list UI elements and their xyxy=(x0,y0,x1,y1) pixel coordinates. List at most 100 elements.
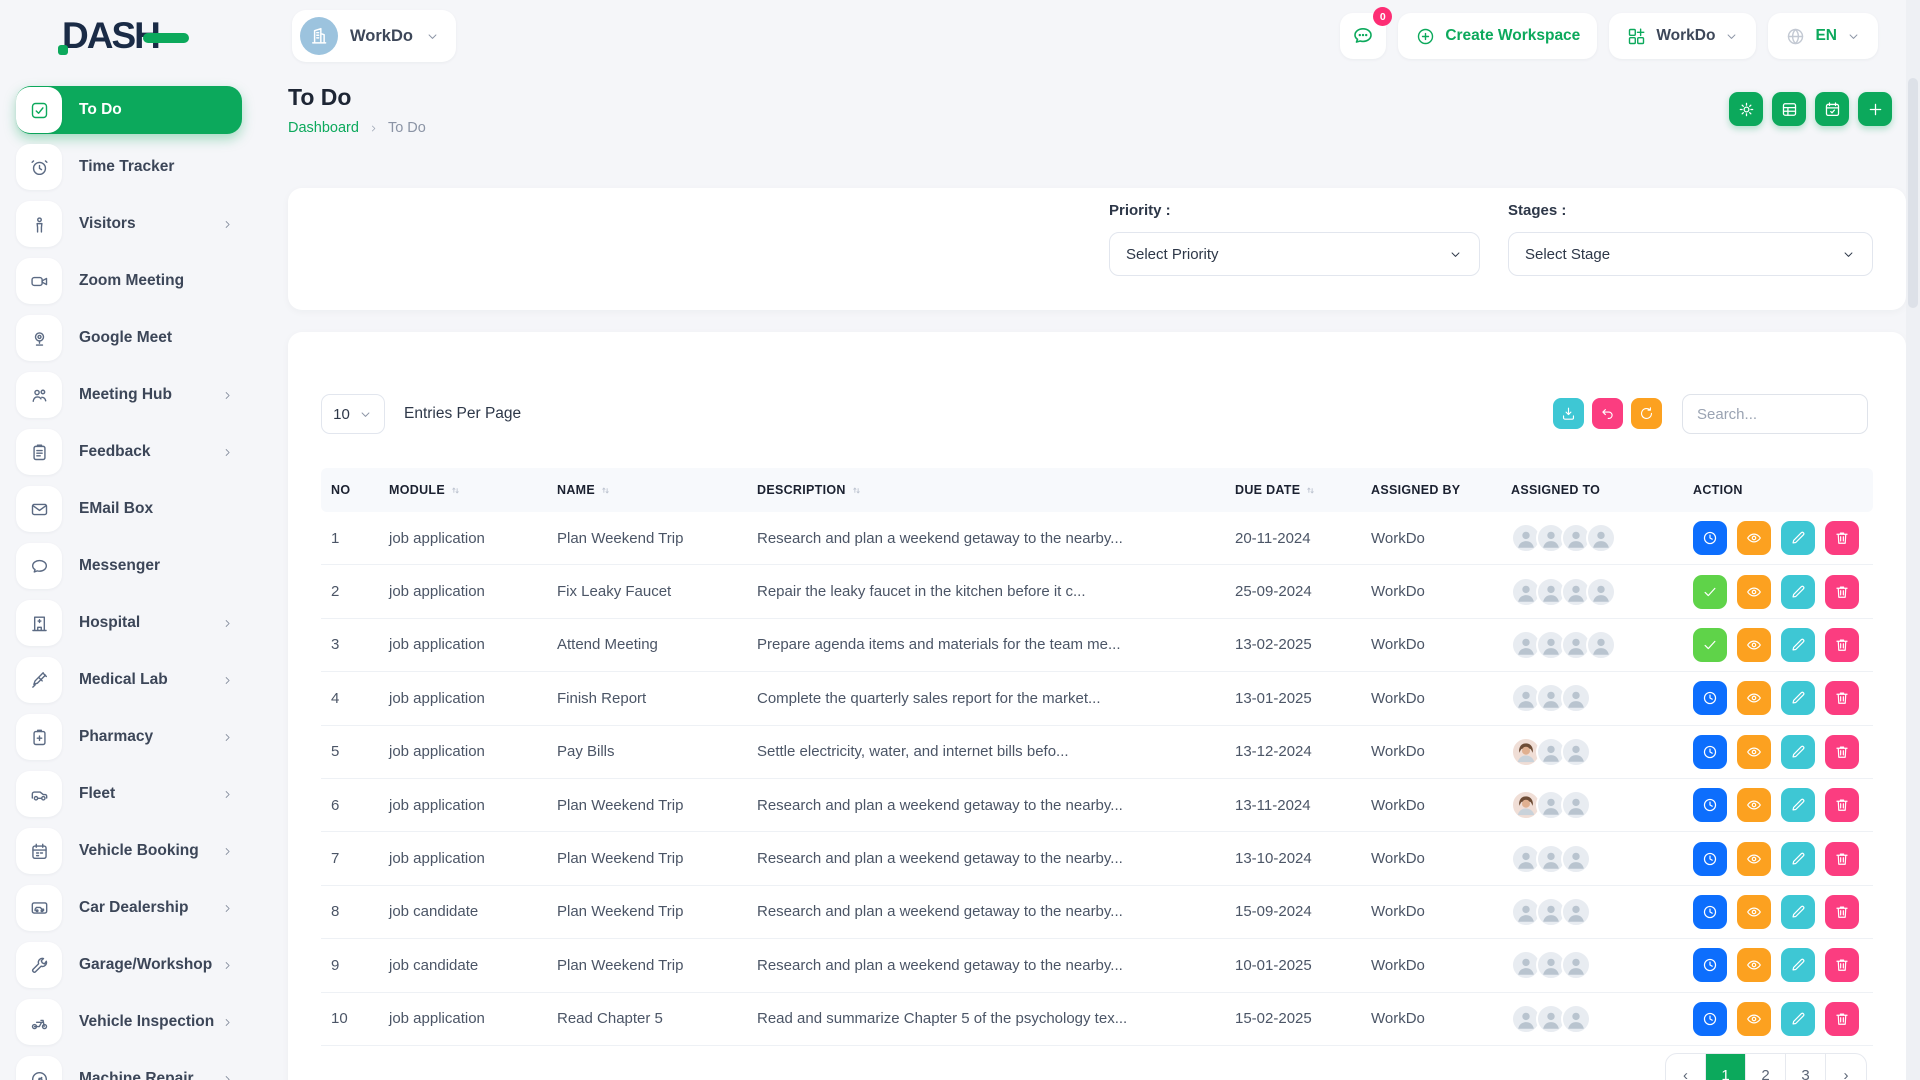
progress-button[interactable] xyxy=(1693,788,1727,822)
settings-button[interactable] xyxy=(1729,92,1763,126)
search-input[interactable] xyxy=(1682,394,1868,434)
view-button[interactable] xyxy=(1737,895,1771,929)
page-scrollbar[interactable] xyxy=(1906,0,1920,1080)
progress-button[interactable] xyxy=(1693,1002,1727,1036)
pagination-page-2[interactable]: 2 xyxy=(1746,1054,1786,1080)
view-button[interactable] xyxy=(1737,521,1771,555)
column-header-module[interactable]: MODULE xyxy=(379,483,547,497)
sort-icon[interactable] xyxy=(449,484,462,497)
sidebar-item-vehicle-inspection[interactable]: Vehicle Inspection xyxy=(16,998,242,1046)
assignee-avatar[interactable] xyxy=(1561,683,1591,713)
delete-button[interactable] xyxy=(1825,575,1859,609)
edit-button[interactable] xyxy=(1781,842,1815,876)
sidebar-item-machine-repair[interactable]: Machine Repair xyxy=(16,1055,242,1080)
edit-button[interactable] xyxy=(1781,575,1815,609)
create-workspace-button[interactable]: Create Workspace xyxy=(1398,13,1597,59)
assignee-avatar[interactable] xyxy=(1561,950,1591,980)
sidebar-item-google-meet[interactable]: Google Meet xyxy=(16,314,242,362)
assignee-avatar[interactable] xyxy=(1561,737,1591,767)
sidebar-item-hospital[interactable]: Hospital xyxy=(16,599,242,647)
sort-icon[interactable] xyxy=(850,484,863,497)
delete-button[interactable] xyxy=(1825,628,1859,662)
view-button[interactable] xyxy=(1737,842,1771,876)
column-header-due-date[interactable]: DUE DATE xyxy=(1225,483,1361,497)
delete-button[interactable] xyxy=(1825,1002,1859,1036)
edit-button[interactable] xyxy=(1781,628,1815,662)
sidebar-item-to-do[interactable]: To Do xyxy=(16,86,242,134)
table-view-button[interactable] xyxy=(1772,92,1806,126)
sort-icon[interactable] xyxy=(1304,484,1317,497)
sidebar-item-time-tracker[interactable]: Time Tracker xyxy=(16,143,242,191)
view-button[interactable] xyxy=(1737,788,1771,822)
sidebar-item-pharmacy[interactable]: Pharmacy xyxy=(16,713,242,761)
sidebar-item-zoom-meeting[interactable]: Zoom Meeting xyxy=(16,257,242,305)
assignee-avatar[interactable] xyxy=(1561,897,1591,927)
add-todo-button[interactable] xyxy=(1858,92,1892,126)
sidebar-item-meeting-hub[interactable]: Meeting Hub xyxy=(16,371,242,419)
view-button[interactable] xyxy=(1737,681,1771,715)
sidebar-item-feedback[interactable]: Feedback xyxy=(16,428,242,476)
delete-button[interactable] xyxy=(1825,788,1859,822)
view-button[interactable] xyxy=(1737,575,1771,609)
breadcrumb-dashboard-link[interactable]: Dashboard xyxy=(288,120,359,136)
messages-button[interactable]: 0 xyxy=(1340,13,1386,59)
column-header-description[interactable]: DESCRIPTION xyxy=(747,483,1225,497)
edit-button[interactable] xyxy=(1781,895,1815,929)
progress-button[interactable] xyxy=(1693,948,1727,982)
stage-select[interactable]: Select Stage xyxy=(1508,232,1873,276)
pagination-page-1[interactable]: 1 xyxy=(1706,1054,1746,1080)
progress-button[interactable] xyxy=(1693,521,1727,555)
edit-button[interactable] xyxy=(1781,735,1815,769)
assignee-avatar[interactable] xyxy=(1586,523,1616,553)
delete-button[interactable] xyxy=(1825,681,1859,715)
progress-button[interactable] xyxy=(1693,895,1727,929)
edit-button[interactable] xyxy=(1781,948,1815,982)
sidebar-item-messenger[interactable]: Messenger xyxy=(16,542,242,590)
mark-complete-button[interactable] xyxy=(1693,575,1727,609)
sidebar-item-email-box[interactable]: EMail Box xyxy=(16,485,242,533)
delete-button[interactable] xyxy=(1825,735,1859,769)
mark-complete-button[interactable] xyxy=(1693,628,1727,662)
sidebar-item-medical-lab[interactable]: Medical Lab xyxy=(16,656,242,704)
undo-button[interactable] xyxy=(1592,398,1623,429)
view-button[interactable] xyxy=(1737,1002,1771,1036)
edit-button[interactable] xyxy=(1781,521,1815,555)
sidebar-item-fleet[interactable]: Fleet xyxy=(16,770,242,818)
scrollbar-thumb[interactable] xyxy=(1908,78,1918,308)
delete-button[interactable] xyxy=(1825,895,1859,929)
assignee-avatar[interactable] xyxy=(1561,790,1591,820)
delete-button[interactable] xyxy=(1825,842,1859,876)
sidebar-item-car-dealership[interactable]: Car Dealership xyxy=(16,884,242,932)
sidebar-item-visitors[interactable]: Visitors xyxy=(16,200,242,248)
pagination-prev[interactable]: ‹ xyxy=(1666,1054,1706,1080)
calendar-view-button[interactable] xyxy=(1815,92,1849,126)
progress-button[interactable] xyxy=(1693,842,1727,876)
edit-button[interactable] xyxy=(1781,788,1815,822)
view-button[interactable] xyxy=(1737,735,1771,769)
brand-logo[interactable]: DASH xyxy=(62,15,252,57)
workspace-switcher[interactable]: WorkDo xyxy=(292,10,456,62)
pagination-page-3[interactable]: 3 xyxy=(1786,1054,1826,1080)
column-header-name[interactable]: NAME xyxy=(547,483,747,497)
language-selector[interactable]: EN xyxy=(1768,13,1878,59)
entries-per-page-select[interactable]: 10 xyxy=(321,394,385,434)
edit-button[interactable] xyxy=(1781,681,1815,715)
assignee-avatar[interactable] xyxy=(1561,844,1591,874)
sort-icon[interactable] xyxy=(599,484,612,497)
delete-button[interactable] xyxy=(1825,948,1859,982)
progress-button[interactable] xyxy=(1693,681,1727,715)
assignee-avatar[interactable] xyxy=(1586,630,1616,660)
sidebar-item-vehicle-booking[interactable]: Vehicle Booking xyxy=(16,827,242,875)
pagination-next[interactable]: › xyxy=(1826,1054,1866,1080)
workspace-menu-button[interactable]: WorkDo xyxy=(1609,13,1756,59)
progress-button[interactable] xyxy=(1693,735,1727,769)
assignee-avatar[interactable] xyxy=(1561,1004,1591,1034)
delete-button[interactable] xyxy=(1825,521,1859,555)
view-button[interactable] xyxy=(1737,948,1771,982)
sidebar-item-garage-workshop[interactable]: Garage/Workshop xyxy=(16,941,242,989)
export-button[interactable] xyxy=(1553,398,1584,429)
edit-button[interactable] xyxy=(1781,1002,1815,1036)
refresh-button[interactable] xyxy=(1631,398,1662,429)
assignee-avatar[interactable] xyxy=(1586,577,1616,607)
view-button[interactable] xyxy=(1737,628,1771,662)
